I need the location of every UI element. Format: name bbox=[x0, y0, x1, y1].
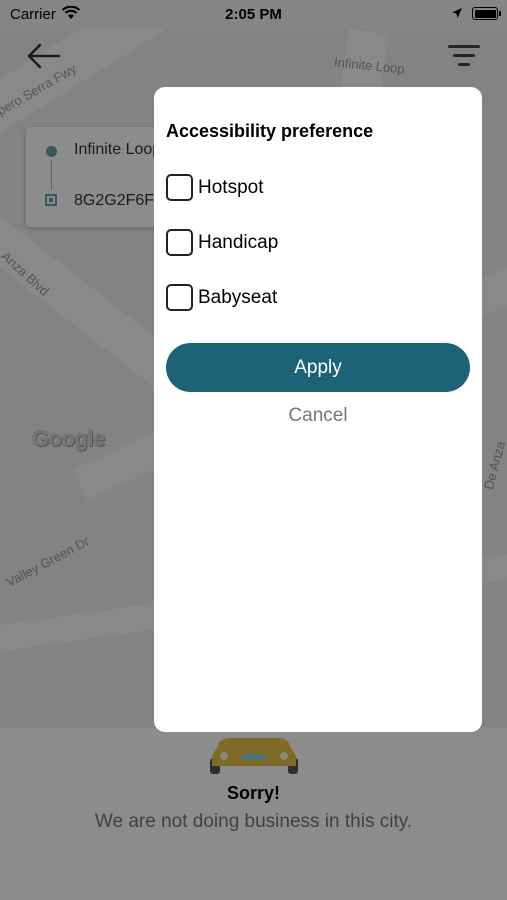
option-label: Hotspot bbox=[198, 177, 264, 198]
option-label: Handicap bbox=[198, 232, 279, 253]
dialog-title: Accessibility preference bbox=[166, 121, 374, 141]
option-handicap[interactable]: Handicap bbox=[166, 229, 386, 257]
option-hotspot[interactable]: Hotspot bbox=[166, 174, 386, 202]
option-label: Babyseat bbox=[198, 287, 278, 308]
option-babyseat[interactable]: Babyseat bbox=[166, 284, 386, 312]
accessibility-dialog: Accessibility preference Hotspot Handica… bbox=[154, 87, 482, 732]
hotspot-checkbox[interactable] bbox=[166, 174, 193, 201]
babyseat-checkbox[interactable] bbox=[166, 284, 193, 311]
apply-button[interactable]: Apply bbox=[166, 343, 470, 392]
cancel-button[interactable]: Cancel bbox=[166, 405, 470, 427]
handicap-checkbox[interactable] bbox=[166, 229, 193, 256]
